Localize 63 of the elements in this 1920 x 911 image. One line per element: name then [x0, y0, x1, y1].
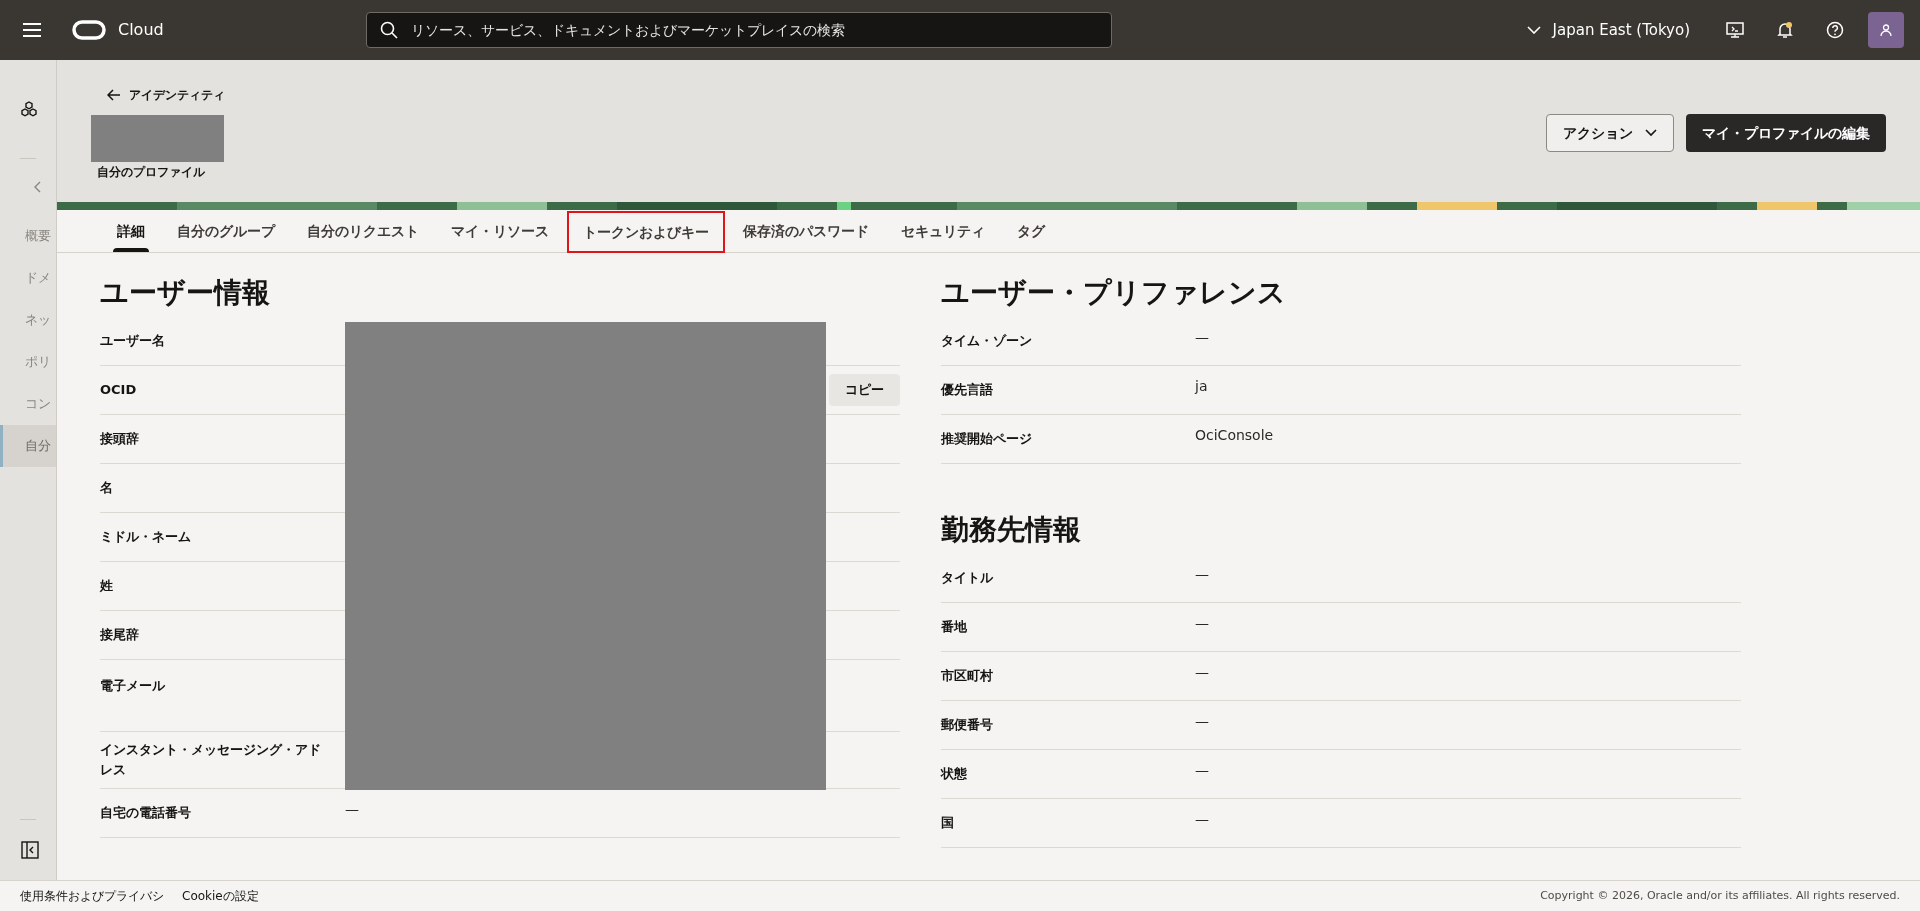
tab[interactable]: 自分のリクエスト	[293, 210, 433, 252]
field-label: 郵便番号	[941, 716, 994, 734]
chevron-down-icon	[1526, 26, 1541, 34]
field-label: OCID	[100, 381, 138, 399]
tab[interactable]: 自分のグループ	[163, 210, 289, 252]
notification-bell-icon[interactable]	[1776, 21, 1794, 39]
field-label: 姓	[100, 577, 114, 595]
section-heading: 勤務先情報	[941, 512, 1082, 548]
field-label: 接頭辞	[100, 430, 140, 448]
logo-icon	[72, 20, 106, 40]
help-icon[interactable]	[1826, 21, 1844, 39]
field-label: 国	[941, 814, 955, 832]
field-label: タイトル	[941, 569, 994, 587]
person-icon	[1879, 23, 1893, 37]
field-value: —	[1195, 663, 1209, 682]
page-subtitle: 自分のプロファイル	[96, 164, 206, 181]
tab[interactable]: 保存済のパスワード	[729, 210, 883, 252]
field-label: 自宅の電話番号	[100, 804, 192, 822]
field-value: —	[345, 800, 359, 819]
field-label: タイム・ゾーン	[941, 332, 1033, 350]
copy-button[interactable]: コピー	[829, 374, 900, 406]
footer-link[interactable]: 使用条件およびプライバシ	[20, 887, 164, 905]
field-value: OciConsole	[1195, 426, 1274, 445]
field-value: —	[1195, 712, 1209, 731]
tab[interactable]: 詳細	[103, 210, 159, 252]
field-label: インスタント・メッセージング・アドレス	[100, 741, 322, 779]
field-label: 名	[100, 479, 114, 497]
footer-link[interactable]: Cookieの設定	[182, 887, 259, 905]
brand-name: Cloud	[118, 19, 164, 41]
field-label: 推奨開始ページ	[941, 430, 1033, 448]
field-value: —	[1195, 565, 1209, 584]
region-selector[interactable]: Japan East (Tokyo)	[1526, 18, 1690, 42]
field-label: ユーザー名	[100, 332, 166, 350]
cubes-icon	[20, 101, 38, 117]
field-value: —	[1195, 761, 1209, 780]
chevron-down-icon	[1645, 129, 1657, 137]
field-value: —	[1195, 614, 1209, 633]
field-value: ja	[1195, 377, 1208, 396]
section-heading: ユーザー情報	[100, 275, 271, 311]
tab[interactable]: マイ・リソース	[437, 210, 563, 252]
section-heading: ユーザー・プリファレンス	[941, 275, 1287, 311]
search-icon	[379, 21, 398, 39]
field-label: 番地	[941, 618, 968, 636]
tab[interactable]: タグ	[1003, 210, 1059, 252]
edit-profile-button[interactable]: マイ・プロファイルの編集	[1686, 114, 1886, 152]
copyright-text: Copyright © 2026, Oracle and/or its affiliates. All rights reserved.	[1540, 887, 1900, 904]
field-value: —	[1195, 328, 1209, 347]
actions-button[interactable]: アクション	[1546, 114, 1674, 152]
field-label: 状態	[941, 765, 968, 783]
back-link[interactable]: アイデンティティ	[91, 86, 225, 104]
user-avatar[interactable]	[1868, 12, 1904, 48]
field-value: —	[1195, 810, 1209, 829]
tab[interactable]: セキュリティ	[887, 210, 999, 252]
field-label: 電子メール	[100, 677, 166, 695]
sidebar-item[interactable]: 自分	[0, 425, 56, 467]
field-label: ミドル・ネーム	[100, 528, 192, 546]
search-field[interactable]: リソース、サービス、ドキュメントおよびマーケットプレイスの検索	[365, 12, 1112, 48]
field-label: 市区町村	[941, 667, 994, 685]
back-arrow-icon	[107, 89, 121, 101]
tab[interactable]: トークンおよびキー	[567, 211, 725, 253]
field-label: 優先言語	[941, 381, 994, 399]
cloud-shell-icon[interactable]	[1726, 21, 1744, 39]
field-label: 接尾辞	[100, 626, 140, 644]
